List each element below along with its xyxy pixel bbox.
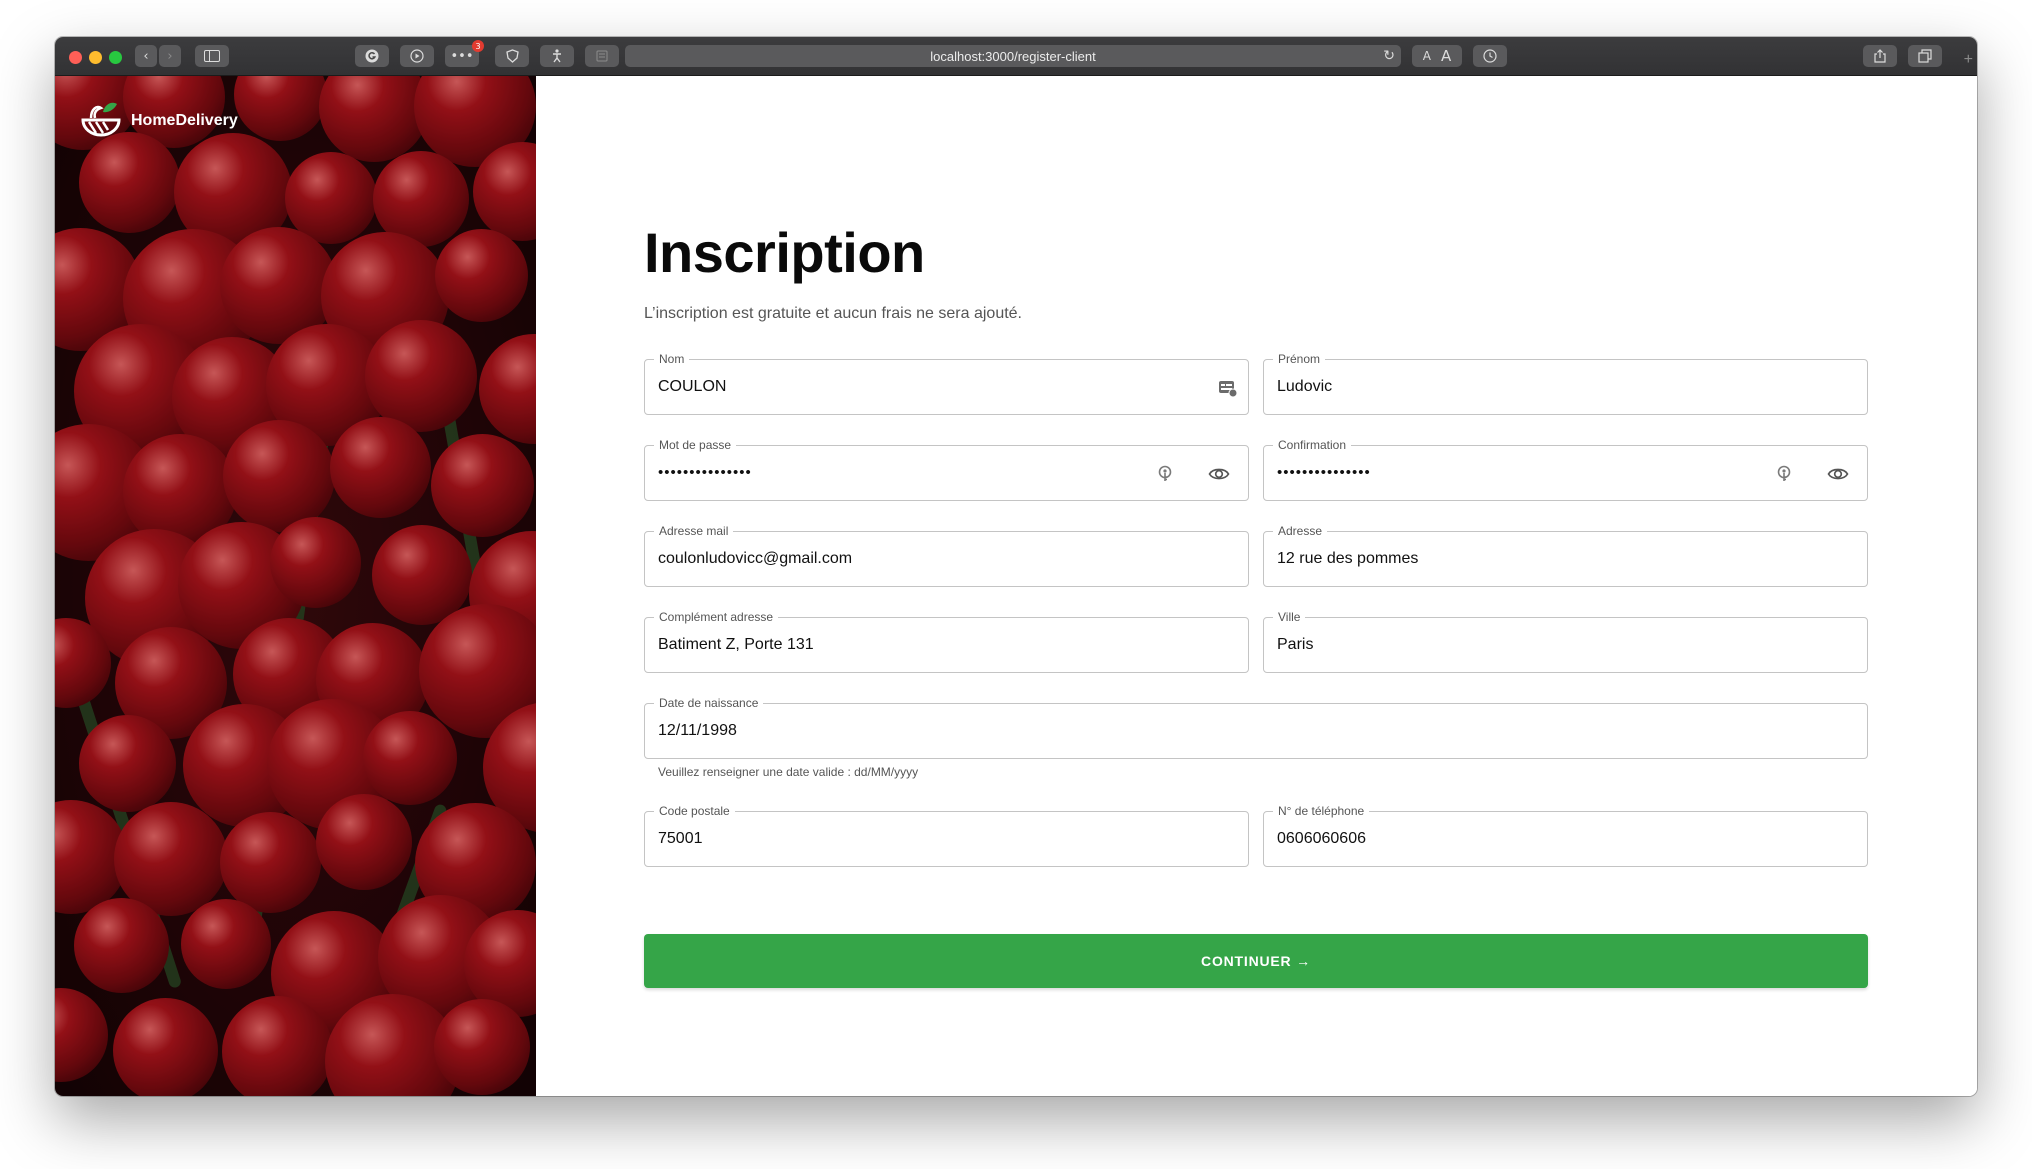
first-name-field[interactable]: Prénom Ludovic — [1263, 352, 1868, 415]
image-overlay — [55, 76, 536, 1096]
password-key-icon[interactable] — [1773, 463, 1795, 485]
share-button[interactable] — [1863, 45, 1897, 67]
city-value: Paris — [1277, 636, 1314, 653]
text-larger-button[interactable]: A — [1441, 47, 1451, 65]
ellipsis-icon: ••• — [450, 48, 474, 64]
last-name-field[interactable]: Nom COULON — [644, 352, 1249, 415]
email-field[interactable]: Adresse mail coulonludovicc@gmail.com — [644, 524, 1249, 587]
share-icon — [1874, 49, 1886, 63]
close-window-button[interactable] — [69, 51, 82, 64]
last-name-label: Nom — [654, 352, 690, 366]
password-value: ••••••••••••••• — [658, 464, 752, 481]
phone-label: N° de téléphone — [1273, 804, 1370, 818]
city-field[interactable]: Ville Paris — [1263, 610, 1868, 673]
birth-date-label: Date de naissance — [654, 696, 764, 710]
birth-date-value: 12/11/1998 — [658, 722, 737, 739]
chevron-right-icon: › — [167, 48, 173, 64]
registration-panel: Inscription L’inscription est gratuite e… — [536, 76, 1977, 1096]
password-label: Mot de passe — [654, 438, 737, 452]
url-text: localhost:3000/register-client — [930, 48, 1096, 64]
zoom-window-button[interactable] — [109, 51, 122, 64]
page-subtitle: L’inscription est gratuite et aucun frai… — [644, 305, 1022, 322]
plus-icon[interactable]: + — [1964, 51, 1973, 69]
brand-name: HomeDelivery — [131, 112, 238, 129]
bowl-leaf-logo-icon — [81, 102, 121, 137]
email-label: Adresse mail — [654, 524, 734, 538]
page-content: HomeDelivery Inscription L’inscription e… — [55, 76, 1977, 1096]
back-button[interactable]: ‹ — [135, 45, 157, 67]
last-name-value: COULON — [658, 378, 727, 395]
first-name-value: Ludovic — [1277, 378, 1333, 395]
address-complement-value: Batiment Z, Porte 131 — [658, 636, 814, 653]
address-complement-label: Complément adresse — [654, 610, 779, 624]
history-button[interactable] — [1473, 45, 1507, 67]
tomato-hero-image: HomeDelivery — [55, 76, 536, 1096]
contact-card-icon[interactable] — [1216, 377, 1238, 399]
confirmation-label: Confirmation — [1273, 438, 1352, 452]
address-label: Adresse — [1273, 524, 1328, 538]
page-title: Inscription — [644, 221, 925, 284]
postal-code-field[interactable]: Code postale 75001 — [644, 804, 1249, 867]
minimize-window-button[interactable] — [89, 51, 102, 64]
reload-icon[interactable]: ↻ — [1383, 47, 1395, 64]
birth-date-helper-text: Veuillez renseigner une date valide : dd… — [658, 765, 919, 779]
confirmation-value: ••••••••••••••• — [1277, 464, 1371, 481]
forward-button[interactable]: › — [159, 45, 181, 67]
grammarly-extension-button[interactable] — [355, 45, 389, 67]
sidebar-icon — [204, 50, 220, 62]
password-confirmation-field[interactable]: Confirmation ••••••••••••••• — [1263, 438, 1868, 501]
browser-toolbar: ‹ › ••• 3 localhost:3000/register-client… — [55, 37, 1977, 76]
notification-badge: 3 — [472, 40, 484, 52]
text-size-controls[interactable]: A A — [1412, 45, 1462, 67]
address-complement-field[interactable]: Complément adresse Batiment Z, Porte 131 — [644, 610, 1249, 673]
email-value: coulonludovicc@gmail.com — [658, 550, 853, 567]
password-key-icon[interactable] — [1154, 463, 1176, 485]
tabs-icon — [1918, 49, 1932, 63]
play-circle-icon — [410, 49, 424, 63]
more-extensions-button[interactable]: ••• 3 — [445, 40, 484, 67]
text-smaller-button[interactable]: A — [1423, 49, 1431, 63]
birth-date-field[interactable]: Date de naissance 12/11/1998 — [644, 696, 1868, 759]
address-bar[interactable]: localhost:3000/register-client ↻ — [625, 45, 1401, 67]
accessibility-person-icon — [553, 49, 561, 63]
tab-overview-button[interactable] — [1908, 45, 1942, 67]
reader-extension-button[interactable] — [585, 45, 619, 67]
eye-icon[interactable] — [1827, 463, 1849, 485]
clock-icon — [1483, 49, 1497, 63]
password-field[interactable]: Mot de passe ••••••••••••••• — [644, 438, 1249, 501]
grammarly-icon — [365, 49, 379, 63]
address-value: 12 rue des pommes — [1277, 550, 1419, 567]
page-icon — [596, 50, 608, 62]
privacy-extension-button[interactable] — [495, 45, 529, 67]
browser-window: ‹ › ••• 3 localhost:3000/register-client… — [55, 37, 1977, 1096]
continue-button-label: CONTINUER → — [1201, 953, 1311, 969]
shield-icon — [505, 49, 519, 63]
sidebar-toggle-button[interactable] — [195, 45, 229, 67]
address-field[interactable]: Adresse 12 rue des pommes — [1263, 524, 1868, 587]
phone-field[interactable]: N° de téléphone 0606060606 — [1263, 804, 1868, 867]
eye-icon[interactable] — [1208, 463, 1230, 485]
chevron-left-icon: ‹ — [143, 48, 149, 64]
first-name-label: Prénom — [1273, 352, 1326, 366]
brand-logo[interactable]: HomeDelivery — [79, 100, 238, 142]
city-label: Ville — [1273, 610, 1306, 624]
phone-value: 0606060606 — [1277, 830, 1366, 847]
postal-code-value: 75001 — [658, 830, 703, 847]
accessibility-extension-button[interactable] — [540, 45, 574, 67]
continue-button[interactable]: CONTINUER → — [644, 934, 1868, 988]
media-extension-button[interactable] — [400, 45, 434, 67]
postal-code-label: Code postale — [654, 804, 735, 818]
